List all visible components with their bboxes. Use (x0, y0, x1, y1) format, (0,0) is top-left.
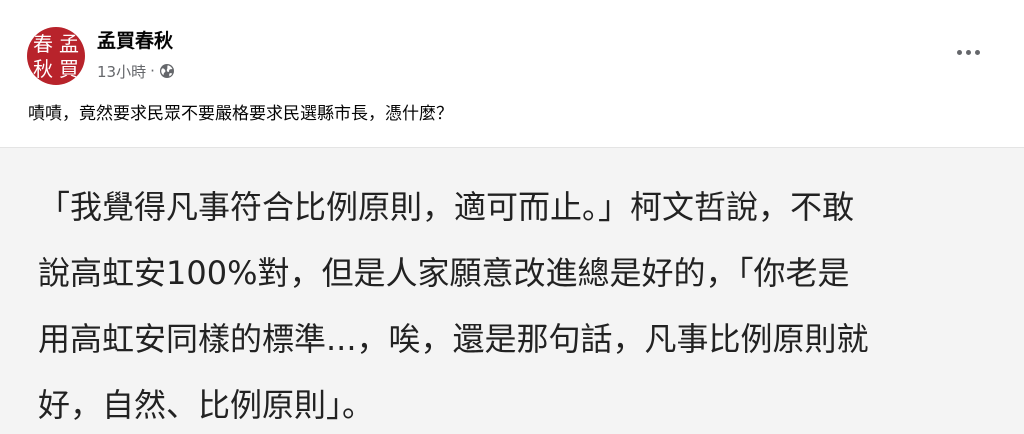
quote-line: 「我覺得凡事符合比例原則，適可而止。」柯文哲說，不敢 (38, 188, 855, 226)
globe-icon[interactable] (159, 63, 175, 79)
avatar-char: 孟 (59, 31, 79, 56)
quote-line: 好，自然、比例原則」。 (38, 386, 375, 424)
avatar-char: 春 (33, 31, 53, 56)
meta-separator: · (150, 62, 155, 80)
avatar-char: 秋 (33, 56, 53, 81)
author-name[interactable]: 孟買春秋 (97, 29, 173, 53)
quote-line: 說高虹安100%對，但是人家願意改進總是好的，「你老是 (38, 254, 850, 292)
more-options-icon (965, 49, 971, 55)
more-options-icon (956, 49, 962, 55)
quote-line: 用高虹安同樣的標準...，唉，還是那句話，凡事比例原則就 (38, 320, 869, 358)
post-timestamp[interactable]: 13小時 (97, 61, 146, 82)
quote-text: 「我覺得凡事符合比例原則，適可而止。」柯文哲說，不敢 說高虹安100%對，但是人… (38, 174, 998, 434)
page-avatar[interactable]: 春 孟 秋 買 (27, 27, 85, 85)
post-caption: 嘖嘖，竟然要求民眾不要嚴格要求民選縣市長，憑什麼？ (28, 104, 453, 124)
post-image[interactable]: 「我覺得凡事符合比例原則，適可而止。」柯文哲說，不敢 說高虹安100%對，但是人… (0, 147, 1024, 434)
post-meta: 13小時 · (97, 60, 175, 82)
facebook-post: 春 孟 秋 買 孟買春秋 13小時 · 嘖嘖，竟然要求民眾不要嚴格要求民選縣市長… (0, 0, 1024, 434)
more-options-button[interactable] (948, 36, 988, 68)
more-options-icon (974, 49, 980, 55)
avatar-char: 買 (59, 56, 79, 81)
